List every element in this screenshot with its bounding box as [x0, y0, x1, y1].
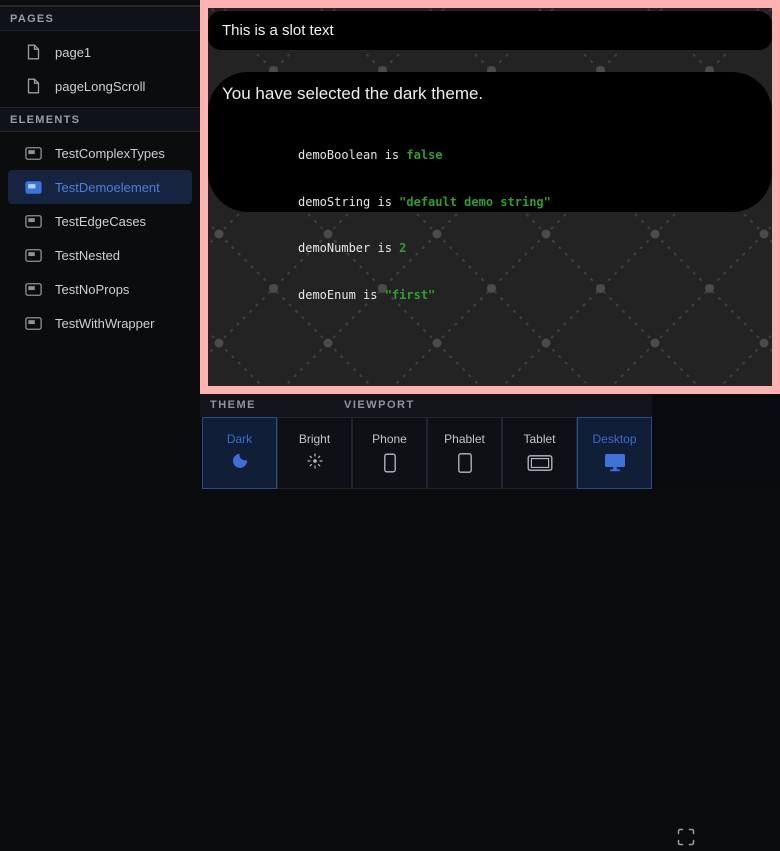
tablet-icon: [527, 453, 553, 476]
prop-line: demoEnum is "first": [298, 288, 772, 304]
viewport-phone-label: Phone: [372, 432, 407, 446]
sidebar: PAGES page1 pageLongScroll ELEMENTS Test…: [0, 0, 200, 493]
sidebar-item-testedgecases[interactable]: TestEdgeCases: [8, 204, 192, 238]
prop-connector: is: [356, 288, 385, 302]
theme-group-label: THEME: [210, 399, 256, 411]
elements-list: TestComplexTypes TestDemoelement TestEdg…: [0, 132, 200, 344]
sidebar-item-label: TestNested: [55, 248, 120, 263]
sidebar-item-pagelongscroll[interactable]: pageLongScroll: [8, 69, 192, 103]
prop-connector: is: [377, 148, 406, 162]
prop-name: demoBoolean: [298, 148, 377, 162]
moon-icon: [232, 453, 248, 472]
props-output: demoBoolean is false demoString is "defa…: [298, 117, 772, 334]
viewport-phablet-button[interactable]: Phablet: [427, 417, 502, 489]
theme-dark-button[interactable]: Dark: [202, 417, 277, 489]
viewport-desktop-label: Desktop: [592, 432, 636, 446]
file-icon: [25, 44, 42, 60]
viewport-buttons: Phone Phablet Tablet Desktop: [352, 417, 652, 489]
theme-message: You have selected the dark theme.: [208, 72, 772, 104]
viewport-phone-button[interactable]: Phone: [352, 417, 427, 489]
element-icon: [25, 249, 42, 262]
pages-section-header: PAGES: [0, 6, 200, 31]
sidebar-item-testcomplextypes[interactable]: TestComplexTypes: [8, 136, 192, 170]
theme-buttons: Dark Bright: [202, 417, 352, 489]
viewport-desktop-button[interactable]: Desktop: [577, 417, 652, 489]
sidebar-item-label: TestNoProps: [55, 282, 129, 297]
desktop-icon: [604, 453, 626, 475]
sidebar-item-label: TestDemoelement: [55, 180, 160, 195]
prop-name: demoEnum: [298, 288, 356, 302]
file-icon: [25, 78, 42, 94]
demo-element-output: You have selected the dark theme. demoBo…: [208, 72, 772, 212]
theme-bright-label: Bright: [299, 432, 330, 446]
pages-list: page1 pageLongScroll: [0, 31, 200, 107]
prop-value: 2: [399, 241, 406, 255]
prop-value: "default demo string": [399, 195, 551, 209]
elements-section-title: ELEMENTS: [10, 114, 80, 126]
sidebar-item-label: TestComplexTypes: [55, 146, 165, 161]
preview-canvas: This is a slot text You have selected th…: [200, 0, 780, 394]
sidebar-item-label: pageLongScroll: [55, 79, 145, 94]
prop-line: demoNumber is 2: [298, 241, 772, 257]
phablet-icon: [455, 453, 475, 476]
slot-text: This is a slot text: [222, 22, 334, 39]
prop-name: demoString: [298, 195, 370, 209]
sidebar-item-testwithwrapper[interactable]: TestWithWrapper: [8, 306, 192, 340]
prop-value: "first": [385, 288, 436, 302]
slot-text-bar: This is a slot text: [208, 11, 772, 50]
element-icon: [25, 317, 42, 330]
element-icon: [25, 181, 42, 194]
theme-bright-button[interactable]: Bright: [277, 417, 352, 489]
elements-section-header: ELEMENTS: [0, 107, 200, 132]
sidebar-item-testnested[interactable]: TestNested: [8, 238, 192, 272]
fullscreen-button[interactable]: [677, 828, 695, 846]
sidebar-item-page1[interactable]: page1: [8, 35, 192, 69]
viewport-tablet-label: Tablet: [523, 432, 555, 446]
prop-connector: is: [370, 195, 399, 209]
sun-icon: [307, 453, 323, 472]
sidebar-item-testnoprops[interactable]: TestNoProps: [8, 272, 192, 306]
bottom-toolbar: THEME VIEWPORT Dark Bright: [200, 394, 780, 493]
phone-icon: [380, 453, 400, 476]
prop-connector: is: [370, 241, 399, 255]
prop-line: demoBoolean is false: [298, 148, 772, 164]
element-icon: [25, 147, 42, 160]
prop-value: false: [406, 148, 442, 162]
viewport-group-label: VIEWPORT: [344, 399, 415, 411]
viewport-tablet-button[interactable]: Tablet: [502, 417, 577, 489]
element-icon: [25, 215, 42, 228]
viewport-phablet-label: Phablet: [444, 432, 485, 446]
theme-dark-label: Dark: [227, 432, 252, 446]
sidebar-item-label: TestWithWrapper: [55, 316, 154, 331]
pages-section-title: PAGES: [10, 13, 54, 25]
element-icon: [25, 283, 42, 296]
sidebar-item-testdemoelement[interactable]: TestDemoelement: [8, 170, 192, 204]
sidebar-item-label: TestEdgeCases: [55, 214, 146, 229]
prop-name: demoNumber: [298, 241, 370, 255]
toolbar-header-strip: THEME VIEWPORT: [200, 394, 652, 417]
sidebar-item-label: page1: [55, 45, 91, 60]
prop-line: demoString is "default demo string": [298, 195, 772, 211]
